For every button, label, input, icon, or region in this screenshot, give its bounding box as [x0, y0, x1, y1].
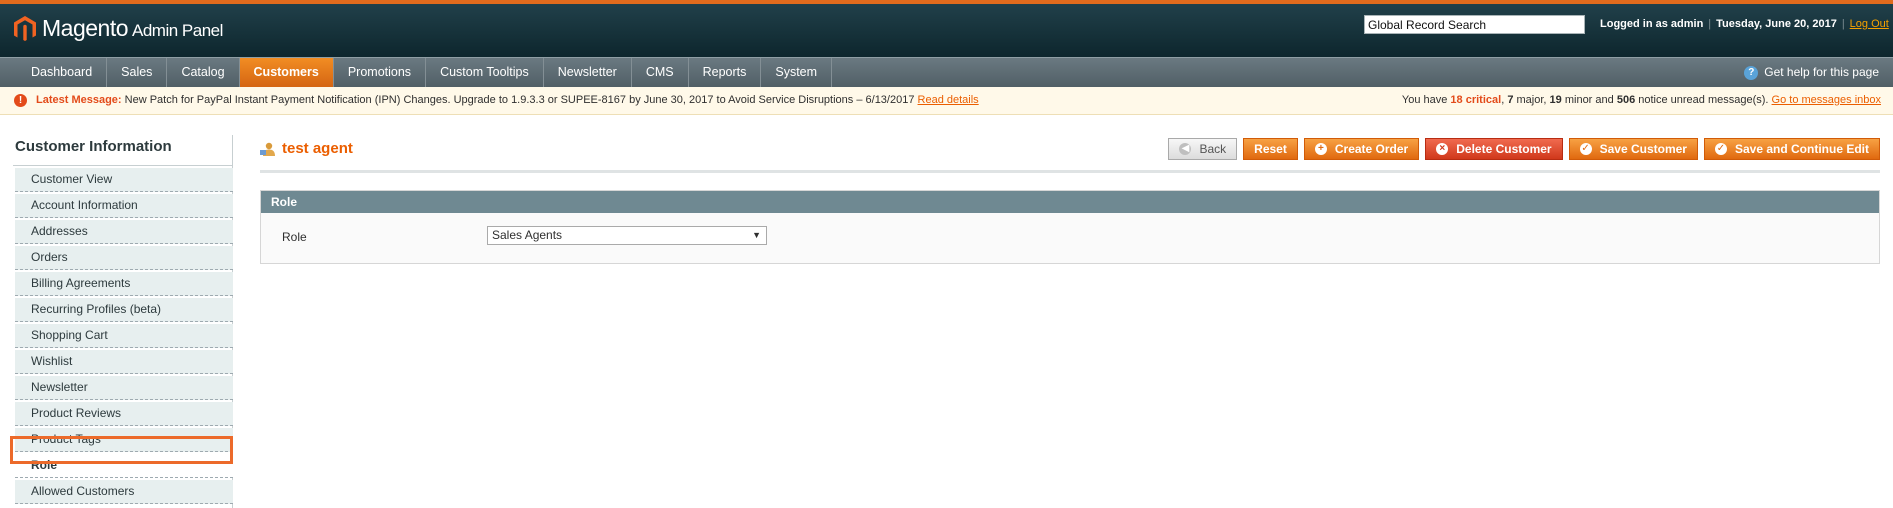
page-title: test agent — [260, 140, 353, 157]
sidebar-item-product-reviews[interactable]: Product Reviews — [15, 402, 233, 426]
check-icon: ✓ — [1579, 143, 1592, 155]
save-customer-button[interactable]: ✓ Save Customer — [1568, 138, 1698, 160]
logout-link[interactable]: Log Out — [1850, 18, 1889, 30]
nav-customers[interactable]: Customers — [239, 58, 334, 87]
help-icon: ? — [1744, 65, 1759, 80]
magento-logo-icon — [14, 15, 36, 41]
delete-icon: × — [1436, 143, 1449, 155]
header-user-info: Logged in as admin | Tuesday, June 20, 201… — [1600, 18, 1889, 30]
customer-icon — [260, 142, 276, 156]
sidebar-title: Customer Information — [13, 138, 233, 166]
sidebar-item-shopping-cart[interactable]: Shopping Cart — [15, 324, 233, 348]
system-message-bar: ! Latest Message: New Patch for PayPal I… — [0, 87, 1893, 115]
sidebar-item-addresses[interactable]: Addresses — [15, 220, 233, 244]
role-label: Role — [282, 230, 307, 244]
role-select[interactable]: Sales Agents ▼ — [487, 226, 767, 245]
read-details-link[interactable]: Read details — [918, 94, 979, 106]
warning-icon: ! — [14, 94, 27, 107]
admin-header: MagentoAdmin Panel Logged in as admin|Tu… — [0, 4, 1893, 57]
sidebar-item-allowed-customers[interactable]: Allowed Customers — [15, 480, 233, 504]
create-order-button[interactable]: + Create Order — [1303, 138, 1420, 160]
nav-reports[interactable]: Reports — [689, 58, 762, 87]
main-content: test agent ◀ Back Reset + Create Order × De… — [260, 138, 1880, 264]
magento-logo[interactable]: Magento Admin Panel — [14, 15, 223, 42]
save-continue-button[interactable]: ✓ Save and Continue Edit — [1703, 138, 1880, 160]
plus-icon: + — [1314, 143, 1327, 155]
help-link[interactable]: ? Get help for this page — [1744, 58, 1879, 87]
active-item-highlight — [10, 436, 233, 464]
current-date: Tuesday, June 20, 2017 — [1716, 18, 1837, 30]
message-summary: You have 18 critical, 7 major, 19 minor … — [1401, 94, 1881, 106]
global-search-input[interactable] — [1364, 15, 1585, 34]
logo-text: Magento Admin Panel — [42, 15, 223, 41]
role-select-value: Sales Agents — [492, 228, 563, 242]
sidebar-item-newsletter[interactable]: Newsletter — [15, 376, 233, 400]
page-header: test agent ◀ Back Reset + Create Order × De… — [260, 138, 1880, 163]
fieldset-title: Role — [261, 191, 1879, 213]
back-button[interactable]: ◀ Back — [1168, 138, 1238, 160]
action-buttons: ◀ Back Reset + Create Order × Delete Custom… — [1162, 138, 1880, 160]
nav-catalog[interactable]: Catalog — [167, 58, 240, 87]
sidebar-item-customer-view[interactable]: Customer View — [15, 168, 233, 192]
latest-message-text: New Patch for PayPal Instant Payment Not… — [124, 94, 915, 106]
delete-customer-button[interactable]: × Delete Customer — [1425, 138, 1563, 160]
nav-promotions[interactable]: Promotions — [334, 58, 427, 87]
back-arrow-icon: ◀ — [1179, 143, 1192, 155]
title-divider — [260, 170, 1880, 173]
sidebar-item-billing-agreements[interactable]: Billing Agreements — [15, 272, 233, 296]
reset-button[interactable]: Reset — [1243, 138, 1298, 160]
nav-system[interactable]: System — [761, 58, 833, 87]
main-nav: Dashboard Sales Catalog Customers Promot… — [0, 57, 1893, 87]
nav-cms[interactable]: CMS — [632, 58, 689, 87]
role-fieldset: Role Role Sales Agents ▼ — [260, 190, 1880, 264]
latest-message: Latest Message: New Patch for PayPal Ins… — [36, 87, 979, 114]
nav-custom-tooltips[interactable]: Custom Tooltips — [426, 58, 544, 87]
sidebar-item-account-information[interactable]: Account Information — [15, 194, 233, 218]
nav-dashboard[interactable]: Dashboard — [17, 58, 108, 87]
help-label: Get help for this page — [1764, 65, 1879, 79]
latest-message-label: Latest Message: — [36, 94, 122, 106]
sidebar-item-wishlist[interactable]: Wishlist — [15, 350, 233, 374]
nav-sales[interactable]: Sales — [107, 58, 168, 87]
logged-in-text: Logged in as admin — [1600, 18, 1704, 30]
customer-name: test agent — [282, 140, 353, 157]
fieldset-body: Role Sales Agents ▼ — [261, 213, 1879, 263]
nav-newsletter[interactable]: Newsletter — [544, 58, 632, 87]
sidebar-item-orders[interactable]: Orders — [15, 246, 233, 270]
dropdown-arrow-icon: ▼ — [752, 230, 761, 240]
check-icon: ✓ — [1714, 143, 1727, 155]
messages-inbox-link[interactable]: Go to messages inbox — [1772, 94, 1881, 106]
sidebar-item-recurring-profiles[interactable]: Recurring Profiles (beta) — [15, 298, 233, 322]
